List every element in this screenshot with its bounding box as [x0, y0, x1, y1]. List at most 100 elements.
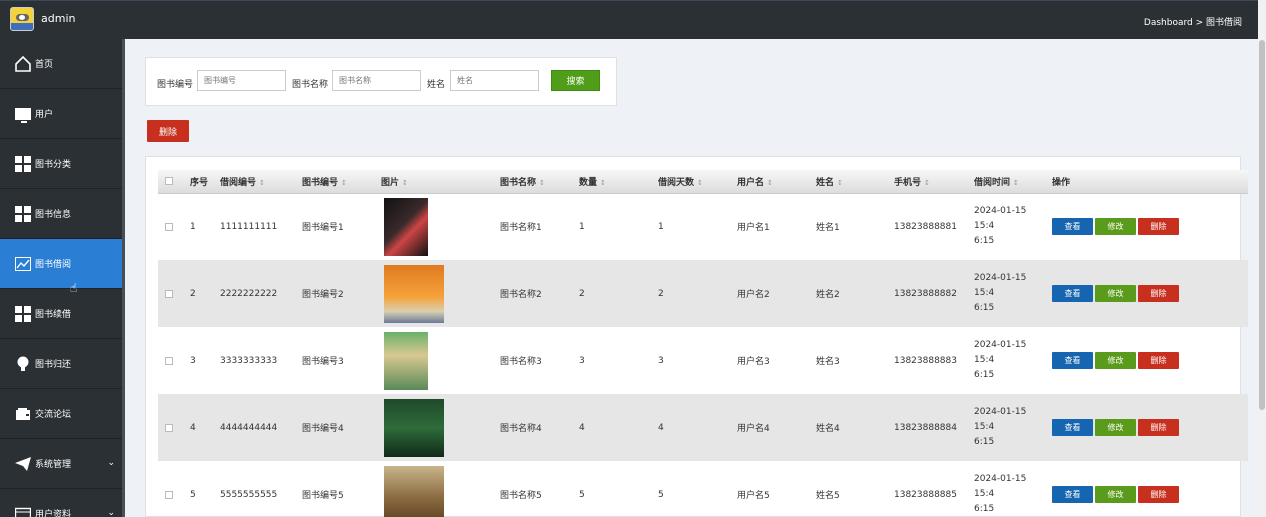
edit-button[interactable]: 修改	[1095, 419, 1136, 436]
delete-button[interactable]: 删除	[1138, 285, 1179, 302]
column-header[interactable]: 用户名 ↕	[733, 170, 812, 194]
row-checkbox[interactable]	[165, 490, 173, 499]
book-no-cell: 图书编号3	[302, 357, 344, 367]
cover-cell	[377, 461, 496, 517]
sidebar-item-forum[interactable]: 交流论坛	[0, 389, 125, 439]
delete-button[interactable]: 删除	[1138, 352, 1179, 369]
column-header[interactable]: 数量 ↕	[575, 170, 654, 194]
qty-cell: 2	[575, 260, 654, 327]
edit-button[interactable]: 修改	[1095, 218, 1136, 236]
name-cell: 姓名1	[816, 223, 840, 234]
row-checkbox[interactable]	[165, 289, 173, 298]
borrow-no-cell: 3333333333	[220, 355, 278, 366]
book-cover-image[interactable]	[384, 264, 444, 323]
book-cover-image[interactable]	[384, 398, 444, 457]
row-select-cell[interactable]	[158, 461, 186, 517]
actions-cell: 查看 修改 删除	[1048, 461, 1248, 517]
sort-icon: ↕	[259, 178, 265, 187]
edit-button[interactable]: 修改	[1095, 486, 1136, 503]
book-name-cell: 图书名称4	[496, 394, 575, 461]
book-no-input[interactable]	[197, 70, 286, 91]
borrow-no-cell: 5555555555	[220, 489, 278, 500]
sidebar-item-users[interactable]: 用户	[0, 89, 125, 139]
column-header[interactable]: 借阅编号 ↕	[216, 170, 298, 194]
column-header[interactable]: 借阅天数 ↕	[654, 170, 733, 194]
column-header[interactable]: 借阅时间 ↕	[970, 170, 1048, 194]
book-no-cell: 图书编号5	[302, 491, 344, 501]
row-select-cell[interactable]	[158, 260, 186, 327]
card-icon	[14, 505, 32, 517]
actions-cell: 查看 修改 删除	[1048, 260, 1248, 327]
delete-button[interactable]: 删除	[1138, 218, 1179, 236]
cover-cell	[377, 394, 496, 461]
sidebar-item-book-renew[interactable]: 图书续借	[0, 289, 125, 339]
qty-cell: 4	[575, 394, 654, 461]
cover-cell	[377, 193, 496, 260]
column-header[interactable]: 图书名称 ↕	[496, 170, 575, 194]
sort-icon: ↕	[924, 178, 930, 187]
sidebar-item-label: 系统管理	[35, 460, 72, 470]
username-cell: 用户名2	[733, 260, 812, 327]
view-button[interactable]: 查看	[1052, 419, 1093, 436]
column-header[interactable]: 图片 ↕	[377, 170, 496, 194]
view-button[interactable]: 查看	[1052, 486, 1093, 503]
column-header: 序号	[186, 170, 216, 194]
delete-button[interactable]: 删除	[1138, 486, 1179, 503]
batch-delete-button[interactable]: 删除	[147, 120, 189, 142]
sidebar-item-book-borrow[interactable]: 图书借阅	[0, 239, 125, 289]
breadcrumb[interactable]: Dashboard > 图书借阅	[1144, 15, 1242, 28]
avatar-logo-icon	[10, 7, 34, 31]
seq-cell: 5	[190, 489, 196, 500]
chevron-down-icon: ⌄	[107, 458, 115, 468]
select-all-checkbox[interactable]	[165, 177, 173, 186]
time-cell: 2024-01-15 15:4 6:15	[970, 461, 1048, 517]
column-header[interactable]: 手机号 ↕	[890, 170, 970, 194]
username-cell: 用户名1	[737, 223, 770, 234]
qty-cell: 1	[579, 221, 585, 232]
mouse-cursor-icon: ☝	[70, 281, 78, 295]
qty-cell: 3	[579, 355, 585, 366]
sidebar-item-home[interactable]: 首页	[0, 39, 125, 89]
book-no-label: 图书编号	[157, 80, 194, 90]
scrollbar-thumb[interactable]	[1259, 40, 1265, 410]
row-checkbox[interactable]	[165, 423, 173, 432]
view-button[interactable]: 查看	[1052, 285, 1093, 302]
view-button[interactable]: 查看	[1052, 218, 1093, 236]
name-input[interactable]	[450, 70, 539, 91]
sidebar-item-profile[interactable]: 用户资料 ⌄	[0, 489, 125, 517]
row-select-cell[interactable]	[158, 394, 186, 461]
view-button[interactable]: 查看	[1052, 352, 1093, 369]
search-button[interactable]: 搜索	[551, 70, 600, 91]
edit-button[interactable]: 修改	[1095, 285, 1136, 302]
borrow-no-cell: 1111111111	[220, 221, 278, 232]
time-cell: 2024-01-15 15:4 6:15	[970, 260, 1048, 327]
sidebar-item-book-info[interactable]: 图书信息	[0, 189, 125, 239]
row-select-cell[interactable]	[158, 327, 186, 394]
sidebar-item-label: 图书分类	[35, 160, 72, 170]
sidebar-item-label: 用户	[35, 110, 54, 120]
book-cover-image[interactable]	[384, 331, 428, 390]
sidebar-item-book-return[interactable]: 图书归还	[0, 339, 125, 389]
days-cell: 2	[654, 260, 733, 327]
sort-icon: ↕	[600, 178, 606, 187]
row-checkbox[interactable]	[165, 222, 173, 231]
sidebar-item-system[interactable]: 系统管理 ⌄	[0, 439, 125, 489]
sidebar-item-label: 首页	[35, 60, 54, 70]
page-scrollbar[interactable]	[1258, 0, 1266, 517]
book-name-input[interactable]	[332, 70, 421, 91]
name-cell: 姓名2	[812, 260, 890, 327]
row-select-cell[interactable]	[158, 193, 186, 260]
row-checkbox[interactable]	[165, 356, 173, 365]
time-line: 6:15	[974, 303, 995, 313]
delete-button[interactable]: 删除	[1138, 419, 1179, 436]
select-all-cell[interactable]	[158, 170, 186, 194]
column-header[interactable]: 图书编号 ↕	[298, 170, 377, 194]
book-cover-image[interactable]	[384, 197, 428, 256]
edit-button[interactable]: 修改	[1095, 352, 1136, 369]
name-cell: 姓名4	[812, 394, 890, 461]
time-line: 6:15	[974, 504, 995, 514]
wallet-icon	[14, 405, 32, 423]
column-header[interactable]: 姓名 ↕	[812, 170, 890, 194]
sidebar-item-book-category[interactable]: 图书分类	[0, 139, 125, 189]
book-cover-image[interactable]	[384, 465, 444, 517]
